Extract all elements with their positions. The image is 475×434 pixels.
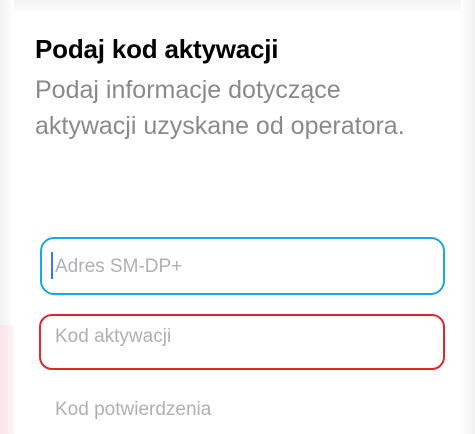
activation-code-input[interactable]	[55, 326, 415, 348]
backdrop-right	[461, 0, 475, 434]
esim-activation-screen: Podaj kod aktywacji Podaj informacje dot…	[0, 0, 475, 434]
smdp-address-input[interactable]	[55, 256, 415, 278]
confirmation-code-input[interactable]	[55, 399, 415, 421]
text-caret	[51, 252, 53, 279]
backdrop-top	[0, 0, 475, 14]
page-subtitle: Podaj informacje dotyczące aktywacji uzy…	[35, 76, 405, 140]
page-title: Podaj kod aktywacji	[35, 34, 279, 64]
